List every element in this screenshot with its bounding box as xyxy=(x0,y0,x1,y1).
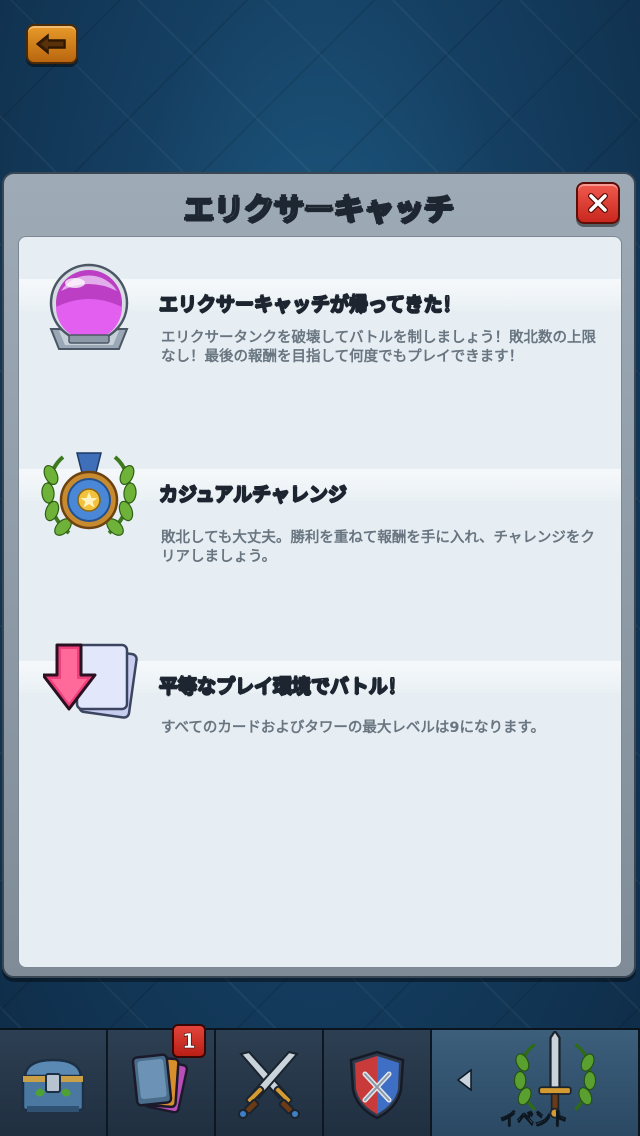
crossed-swords-icon xyxy=(238,1050,300,1119)
chest-shop-icon xyxy=(21,1058,85,1112)
feature-description-2: 敗北しても大丈夫。勝利を重ねて報酬を手に入れ、チャレンジをクリアしましょう。 xyxy=(161,530,595,565)
modal-content: エリクサーキャッチが帰ってきた！ エリクサータンクを破壊してバトルを制しましょう… xyxy=(18,236,622,968)
level-down-cards-icon xyxy=(41,641,143,741)
notification-badge: 1 xyxy=(172,1024,206,1058)
close-x-icon xyxy=(588,193,608,213)
clan-shield-icon xyxy=(349,1050,405,1120)
feature-description-3: すべてのカードおよびタワーの最大レベルは9になります。 xyxy=(161,720,546,736)
feature-title-3: 平等なプレイ環境でバトル！ xyxy=(159,675,408,698)
tab-clan[interactable] xyxy=(324,1030,432,1136)
back-arrow-icon xyxy=(35,33,66,55)
close-button[interactable] xyxy=(576,182,620,224)
elixir-tank-icon xyxy=(39,257,139,357)
tab-event-label: イベント xyxy=(500,1109,569,1130)
event-info-modal: エリクサーキャッチ エリクサーキャッチが帰ってきた！ エリクサータンクを破壊して… xyxy=(2,172,636,978)
feature-description-1: エリクサータンクを破壊してバトルを制しましょう！敗北数の上限なし！最後の報酬を目… xyxy=(161,330,596,365)
tab-battle[interactable] xyxy=(216,1030,324,1136)
modal-title: エリクサーキャッチ xyxy=(183,191,455,228)
tab-shop[interactable] xyxy=(0,1030,108,1136)
laurel-medal-icon xyxy=(39,445,139,545)
feature-title-1: エリクサーキャッチが帰ってきた！ xyxy=(159,293,462,316)
feature-title-2: カジュアルチャレンジ xyxy=(159,483,348,506)
back-button[interactable] xyxy=(26,24,78,64)
chevron-left-icon[interactable] xyxy=(455,1068,473,1092)
